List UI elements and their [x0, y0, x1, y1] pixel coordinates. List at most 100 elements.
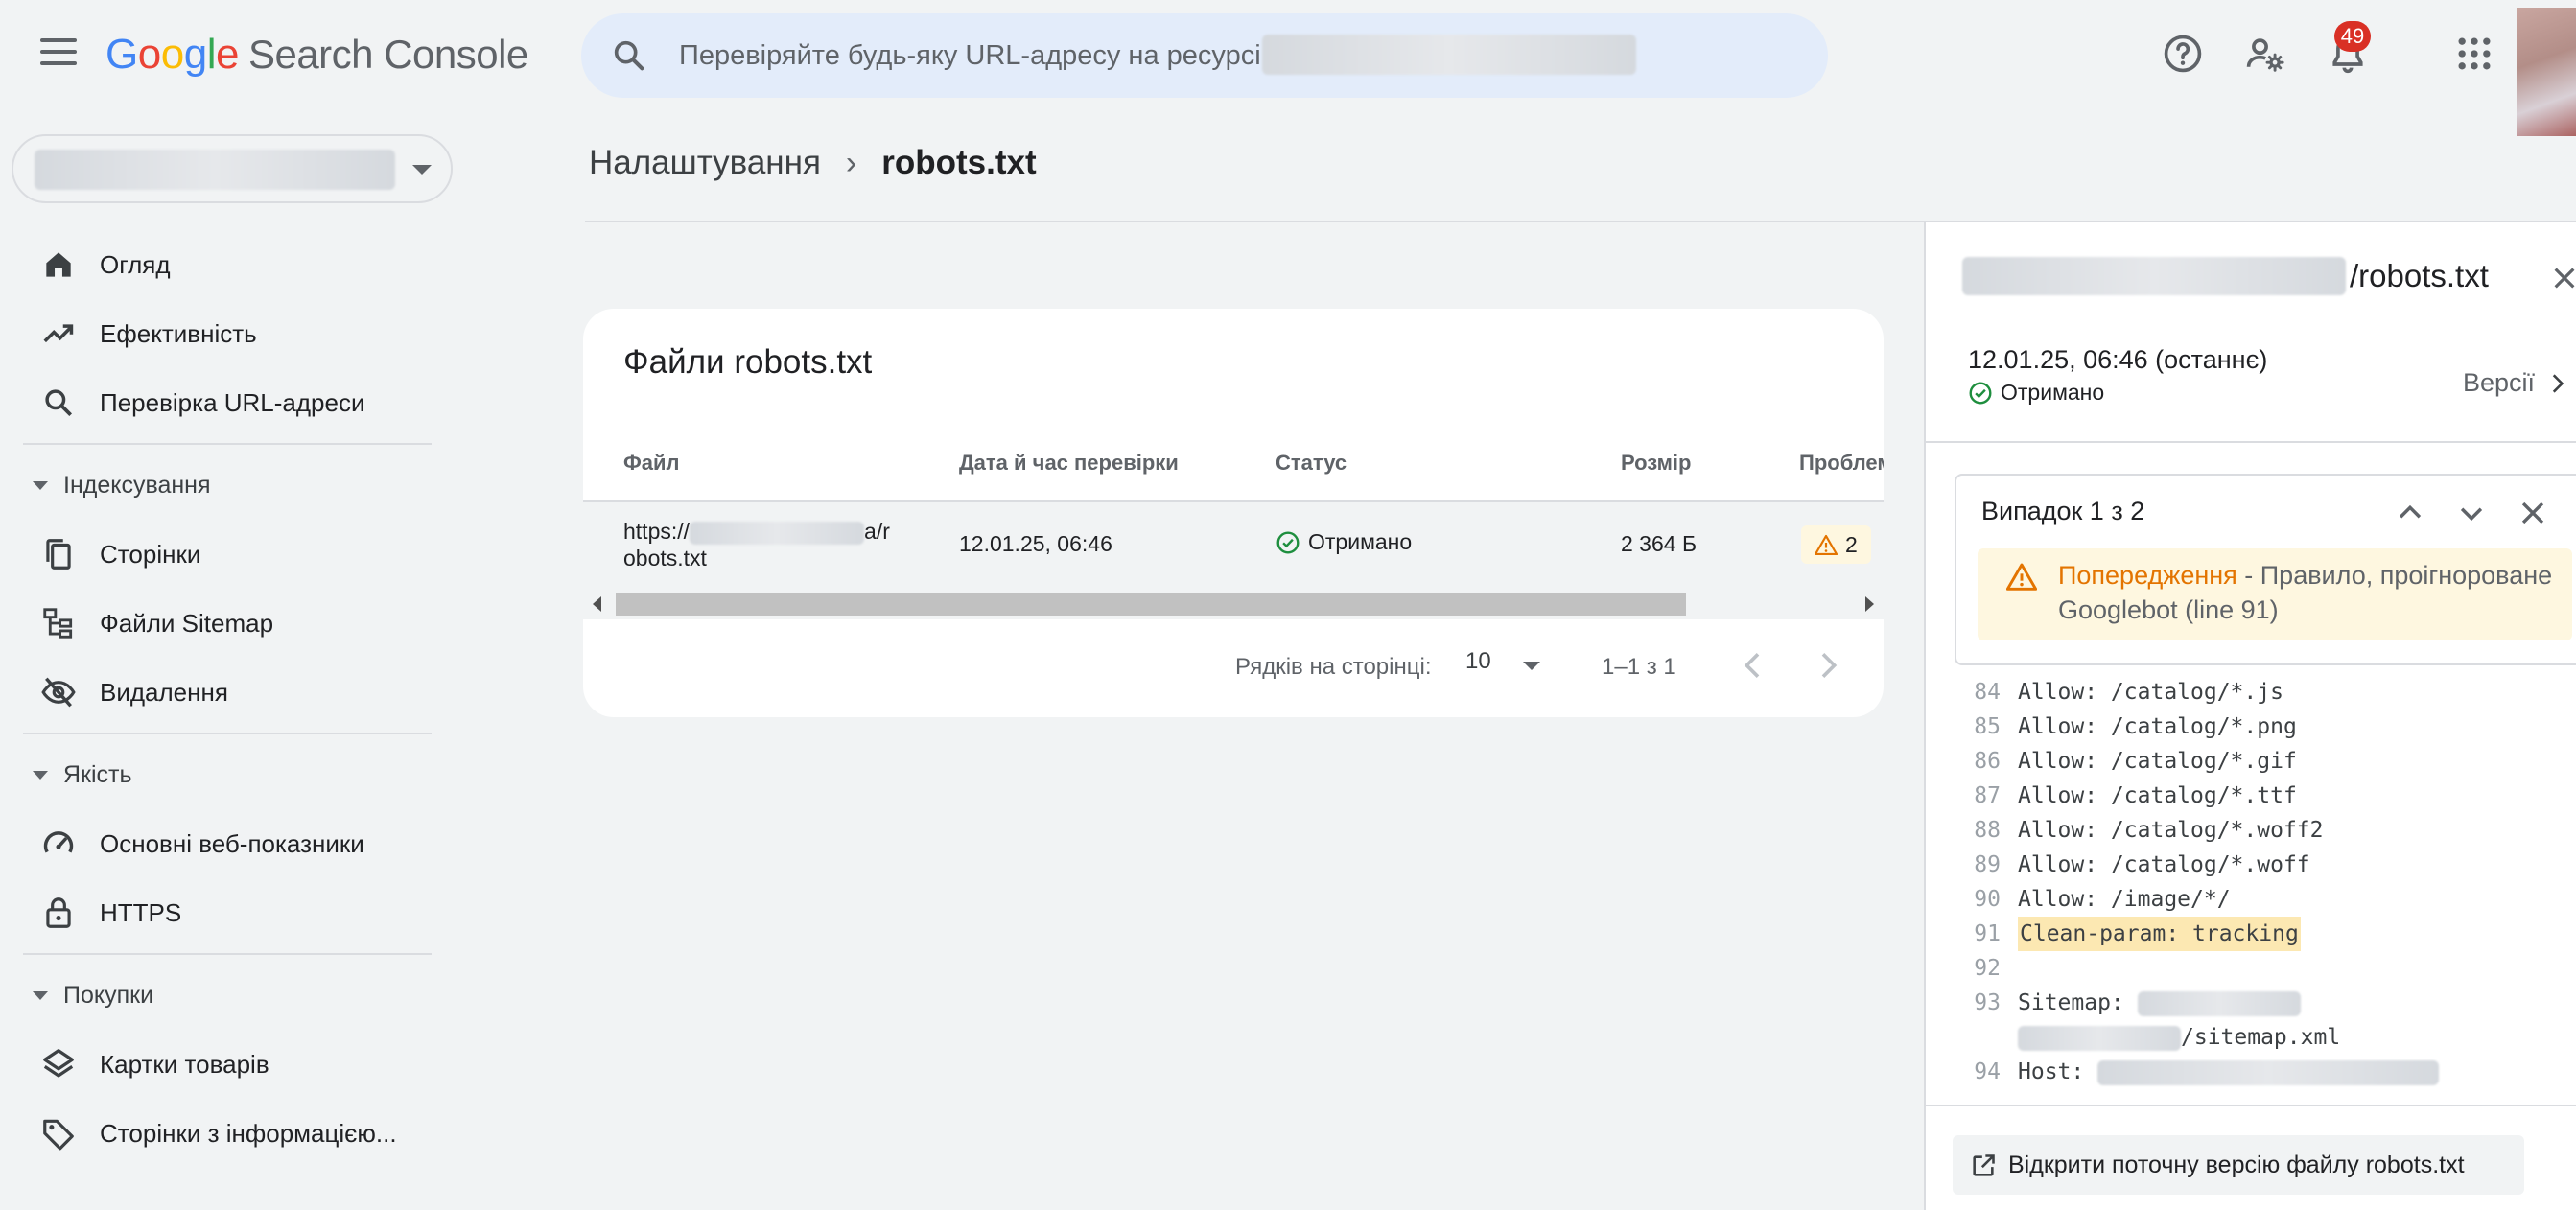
account-avatar[interactable]	[2517, 8, 2576, 136]
horizontal-scrollbar[interactable]	[583, 587, 1884, 619]
sidebar-item-performance[interactable]: Ефективність	[0, 299, 460, 368]
close-icon[interactable]	[2549, 263, 2576, 293]
section-indexing[interactable]: Індексування	[0, 451, 460, 520]
checked-datetime: 12.01.25, 06:46	[959, 531, 1112, 556]
close-icon[interactable]	[2517, 497, 2549, 529]
code-line: 85 Allow: /catalog/*.png	[1926, 710, 2576, 744]
column-header-checked[interactable]: Дата й час перевірки	[959, 451, 1179, 476]
warning-text: - Правило, проігнороване	[2236, 561, 2553, 590]
panel-title: /robots.txt	[1962, 257, 2489, 295]
scroll-left-icon[interactable]	[593, 596, 601, 612]
fetch-datetime: 12.01.25, 06:46 (останнє)	[1968, 345, 2268, 374]
divider	[23, 733, 432, 734]
issues-chip[interactable]: 2	[1801, 525, 1871, 564]
logo-letter: G	[105, 31, 138, 78]
line-text: Allow: /catalog/*.gif	[2018, 749, 2297, 774]
sidebar-item-product-snippets[interactable]: Картки товарів	[0, 1030, 460, 1099]
line-text: Allow: /catalog/*.woff2	[2018, 818, 2324, 843]
url-suffix: obots.txt	[623, 546, 707, 570]
chevron-right-icon	[2552, 373, 2564, 393]
product-name: Search Console	[247, 32, 528, 77]
sidebar-item-merchant-listings[interactable]: Сторінки з інформацією...	[0, 1099, 460, 1168]
table-row[interactable]: https:// a/r obots.txt 12.01.25, 06:46 Отр…	[583, 500, 1884, 587]
breadcrumb-settings-link[interactable]: Налаштування	[589, 144, 821, 182]
property-selector[interactable]	[12, 134, 453, 203]
code-line: 89 Allow: /catalog/*.woff	[1926, 848, 2576, 882]
sidebar-item-url-inspection[interactable]: Перевірка URL-адреси	[0, 368, 460, 437]
section-shopping[interactable]: Покупки	[0, 961, 460, 1030]
versions-label: Версії	[2463, 368, 2536, 397]
section-title: Якість	[63, 760, 132, 788]
robots-code-viewer[interactable]: 84 Allow: /catalog/*.js 85 Allow: /catalog…	[1926, 665, 2576, 1103]
robots-files-card: Файли robots.txt Файл Дата й час перевір…	[583, 309, 1884, 717]
divider	[1926, 441, 2576, 443]
issues-count: 2	[1845, 531, 1858, 557]
apps-grid-icon[interactable]	[2453, 33, 2495, 75]
logo-letter: o	[137, 31, 161, 78]
check-circle-icon	[1276, 531, 1300, 553]
scroll-right-icon[interactable]	[1865, 596, 1874, 612]
chevron-right-icon: ›	[845, 144, 857, 181]
chevron-up-icon[interactable]	[2394, 497, 2426, 529]
sidebar-item-label: Сторінки з інформацією...	[100, 1118, 397, 1148]
column-header-file[interactable]: Файл	[623, 451, 680, 476]
chevron-down-icon[interactable]	[2455, 497, 2488, 529]
app-logo[interactable]: Google Search Console	[105, 31, 528, 79]
sidebar-item-https[interactable]: HTTPS	[0, 878, 460, 947]
url-inspection-search[interactable]	[581, 13, 1828, 98]
home-icon	[46, 252, 71, 277]
search-icon	[614, 40, 644, 71]
collapse-icon	[33, 480, 48, 490]
line-number: 92	[1974, 956, 2001, 981]
url-mid: a/r	[864, 519, 890, 544]
code-line: 87 Allow: /catalog/*.ttf	[1926, 779, 2576, 813]
tag-icon	[43, 1119, 74, 1151]
next-page-icon[interactable]	[1809, 646, 1847, 685]
warning-title: Попередження	[2058, 561, 2237, 590]
sidebar-item-core-web-vitals[interactable]: Основні веб-показники	[0, 809, 460, 878]
code-line: /sitemap.xml	[1926, 1020, 2576, 1055]
divider	[23, 953, 432, 955]
pages-icon	[46, 539, 71, 570]
column-header-issues[interactable]: Проблем	[1799, 451, 1884, 476]
status-text: Отримано	[2001, 380, 2105, 405]
line-number: 88	[1974, 818, 2001, 843]
line-text: /sitemap.xml	[2181, 1025, 2341, 1050]
logo-letter: l	[206, 31, 217, 78]
redacted-property	[1262, 35, 1636, 75]
sidebar-item-overview[interactable]: Огляд	[0, 230, 460, 299]
layers-icon	[43, 1049, 74, 1078]
logo-letter: g	[183, 31, 207, 78]
column-header-size[interactable]: Розмір	[1621, 451, 1692, 476]
redacted-url	[2018, 1025, 2181, 1051]
scrollbar-thumb[interactable]	[616, 593, 1686, 616]
search-input[interactable]	[679, 35, 1302, 77]
versions-link[interactable]: Версії	[2463, 368, 2569, 398]
warning-icon	[1815, 534, 1838, 555]
line-number: 86	[1974, 749, 2001, 774]
redacted-url	[2137, 990, 2301, 1016]
code-line: 93 Sitemap:	[1926, 986, 2576, 1020]
open-live-robots-button[interactable]: Відкрити поточну версію файлу robots.txt	[1953, 1135, 2524, 1195]
breadcrumb: Налаштування › robots.txt	[589, 144, 1037, 182]
manage-users-icon[interactable]	[2244, 33, 2286, 75]
section-quality[interactable]: Якість	[0, 740, 460, 809]
sidebar-item-sitemaps[interactable]: Файли Sitemap	[0, 589, 460, 658]
previous-page-icon[interactable]	[1734, 646, 1772, 685]
menu-icon[interactable]	[40, 38, 77, 67]
line-text: Allow: /image/*/	[2018, 887, 2231, 912]
sidebar-item-pages[interactable]: Сторінки	[0, 520, 460, 589]
rows-per-page-select[interactable]: 10	[1465, 648, 1552, 686]
line-text-wrapper: /sitemap.xml	[2018, 1020, 2340, 1055]
warning-message: Попередження - Правило, проігнороване Goo…	[1978, 548, 2572, 640]
line-number: 85	[1974, 714, 2001, 739]
sidebar-item-removals[interactable]: Видалення	[0, 658, 460, 727]
file-size: 2 364 Б	[1621, 531, 1698, 556]
check-circle-icon	[1969, 382, 1992, 404]
collapse-icon	[33, 990, 48, 1000]
help-icon[interactable]	[2162, 33, 2204, 75]
warning-icon	[2006, 563, 2037, 591]
sidebar-item-label: Ефективність	[100, 318, 257, 348]
column-header-status[interactable]: Статус	[1276, 451, 1347, 476]
code-line: 86 Allow: /catalog/*.gif	[1926, 744, 2576, 779]
